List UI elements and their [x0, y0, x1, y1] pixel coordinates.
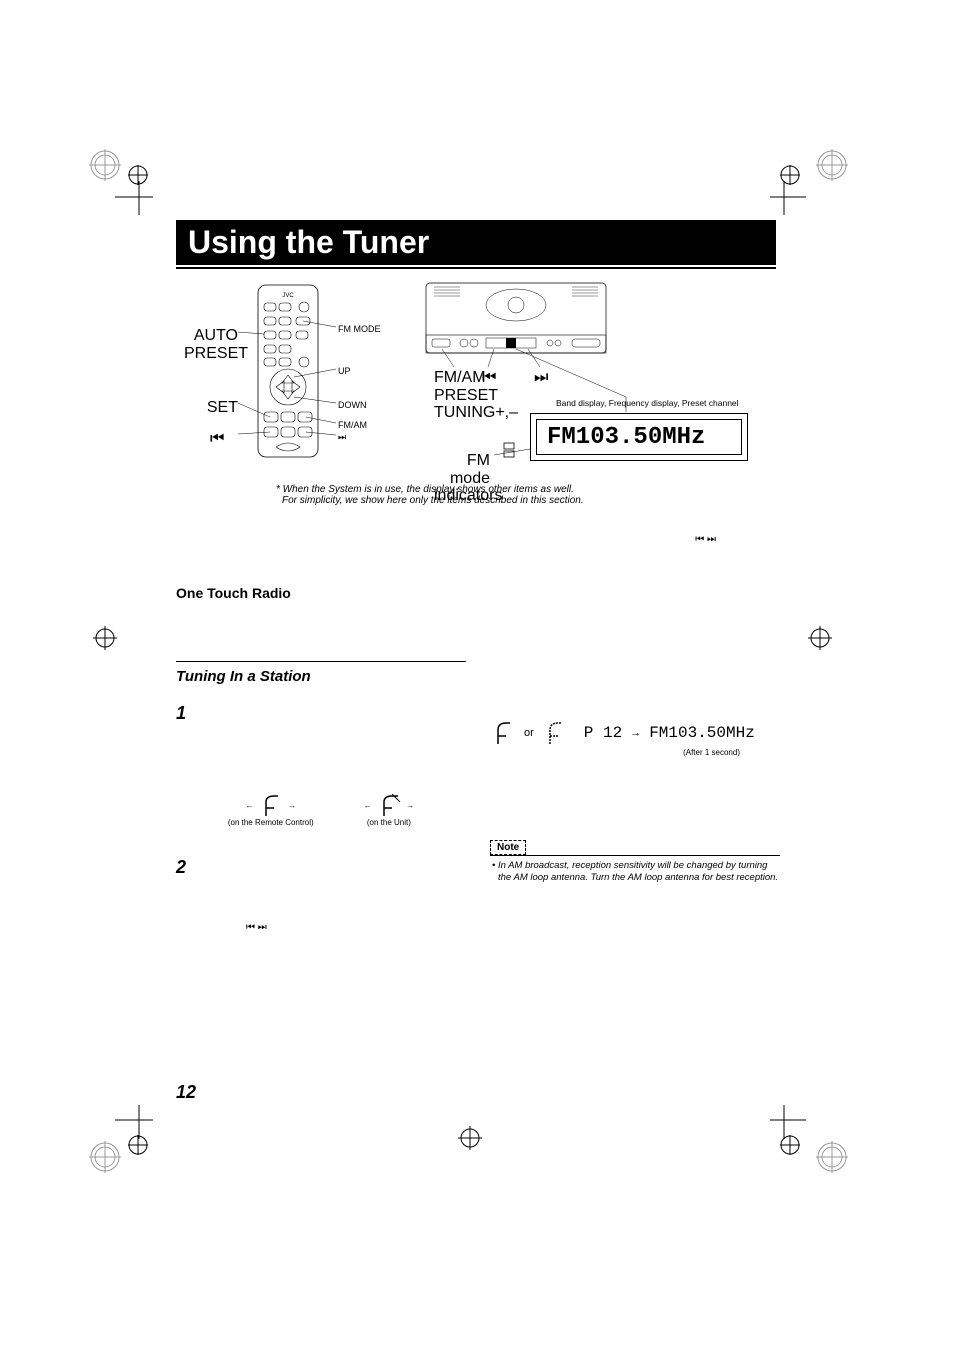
lcd-display: FM103.50MHz [530, 413, 748, 461]
antenna-unit: ← → (on the Unit) [364, 794, 414, 827]
label-unit-fm-indicators: FM mode indicators [434, 452, 490, 505]
antenna-remote: ← → (on the Remote Control) [228, 794, 314, 827]
antenna-icon [490, 720, 516, 746]
tuning-heading: Tuning In a Station [176, 668, 776, 685]
note-body: In AM broadcast, reception sensitivity w… [498, 860, 778, 883]
label-down: DOWN [338, 400, 367, 410]
crop-mark-tr [770, 145, 860, 215]
crop-mark-ml [85, 618, 125, 658]
arrow-left-icon: ← [364, 801, 372, 810]
antenna-remote-caption: (on the Remote Control) [228, 818, 314, 827]
arrow-left-icon: ← [246, 801, 254, 810]
preset-freq: FM103.50MHz [649, 724, 755, 742]
note-rule [490, 855, 780, 856]
arrow-right-icon: → [288, 801, 296, 810]
crop-mark-mr [800, 618, 840, 658]
label-unit-next-icon: ⏭ [534, 369, 548, 387]
remote-svg: JVC [176, 277, 396, 467]
note-text: • In AM broadcast, reception sensitivity… [490, 860, 780, 885]
antenna-dashed-icon [542, 720, 568, 746]
label-auto-preset: AUTO PRESET [184, 327, 238, 362]
label-unit-band: Band display, Frequency display, Preset … [556, 398, 739, 408]
preset-display: or P 12 → FM103.50MHz [490, 720, 780, 746]
subsection-rule [176, 661, 466, 662]
page-number: 12 [176, 1082, 196, 1103]
label-next-icon: ⏭ [338, 432, 346, 443]
preset-or: or [524, 727, 534, 739]
skip-buttons: ⏮ ⏭ [246, 922, 776, 933]
antenna-icon [374, 794, 404, 818]
step-1-number: 1 [176, 703, 196, 724]
footnote-line-1: * When the System is in use, the display… [276, 484, 776, 495]
antenna-icon [256, 794, 286, 818]
preset-p-label: P 12 [584, 724, 622, 742]
label-unit-prev-icon: ⏮ [482, 369, 496, 387]
label-up: UP [338, 366, 351, 376]
one-touch-heading: One Touch Radio [176, 585, 776, 601]
page-title: Using the Tuner [176, 220, 776, 265]
label-unit-fmam: FM/AM PRESET TUNING+,– [434, 369, 474, 422]
footnote-line-2: For simplicity, we show here only the it… [282, 495, 776, 506]
hidden-arrows: ⏮ ⏭ [176, 534, 716, 545]
note-box: Note • In AM broadcast, reception sensit… [490, 837, 780, 885]
remote-diagram: JVC [176, 277, 396, 472]
step-2-number: 2 [176, 857, 196, 878]
preset-after: (After 1 second) [490, 748, 740, 757]
label-fm-am: FM/AM [338, 420, 367, 430]
crop-mark-bm [450, 1118, 490, 1158]
label-fm-mode: FM MODE [338, 324, 381, 334]
arrow-right-icon: → [630, 727, 641, 739]
label-set: SET [184, 399, 238, 417]
crop-mark-tl [85, 145, 155, 215]
label-prev-icon: ⏮ [210, 430, 240, 448]
title-underline [176, 267, 776, 269]
crop-mark-br [770, 1105, 860, 1175]
note-label: Note [490, 840, 526, 855]
lcd-value: FM103.50MHz [536, 419, 742, 455]
crop-mark-bl [85, 1105, 155, 1175]
note-bullet: • [492, 860, 495, 871]
svg-text:JVC: JVC [282, 293, 294, 299]
footnote: * When the System is in use, the display… [276, 484, 776, 506]
arrow-right-icon: → [406, 801, 414, 810]
unit-diagram: FM/AM PRESET TUNING+,– ⏮ ⏭ Band display,… [416, 277, 776, 472]
antenna-unit-caption: (on the Unit) [364, 818, 414, 827]
